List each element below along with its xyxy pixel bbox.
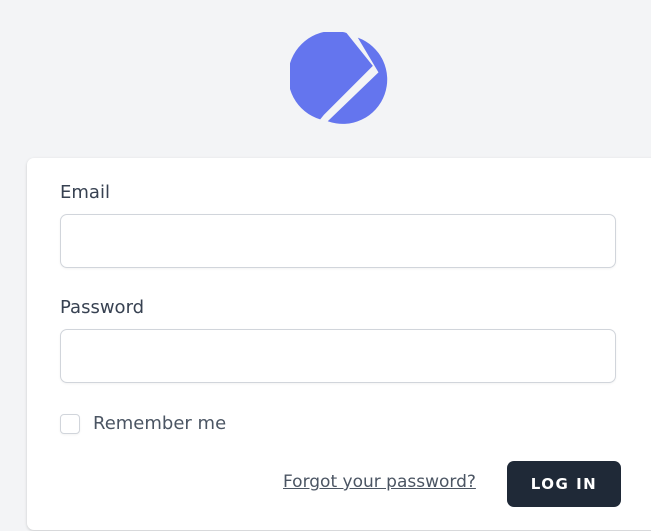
login-page: Email Password Remember me Forgot your p… bbox=[0, 0, 651, 531]
remember-me-row[interactable]: Remember me bbox=[60, 412, 226, 436]
forgot-password-link[interactable]: Forgot your password? bbox=[283, 471, 476, 493]
login-button[interactable]: LOG IN bbox=[507, 461, 621, 507]
login-card: Email Password Remember me Forgot your p… bbox=[27, 158, 651, 530]
email-field[interactable] bbox=[60, 214, 616, 268]
remember-me-checkbox[interactable] bbox=[60, 414, 80, 434]
password-field[interactable] bbox=[60, 329, 616, 383]
email-label: Email bbox=[60, 182, 110, 203]
planet-logo-icon bbox=[290, 32, 388, 124]
remember-me-label[interactable]: Remember me bbox=[93, 413, 226, 435]
password-label: Password bbox=[60, 297, 145, 318]
